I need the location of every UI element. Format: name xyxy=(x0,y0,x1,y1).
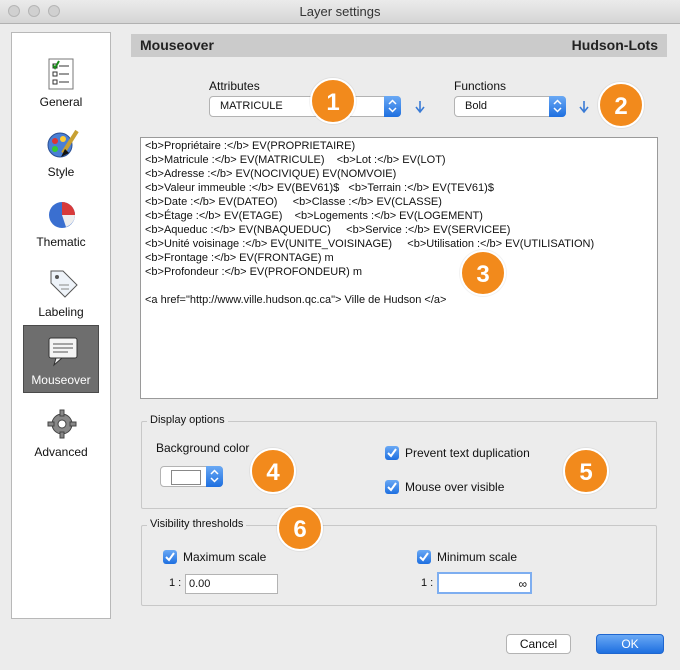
chevron-updown-icon xyxy=(384,96,401,117)
chevron-updown-icon xyxy=(206,466,223,487)
display-options-title: Display options xyxy=(147,414,228,426)
section-title: Mouseover xyxy=(140,37,214,53)
window-title: Layer settings xyxy=(299,4,381,19)
functions-select[interactable]: Bold xyxy=(454,96,566,117)
cancel-button[interactable]: Cancel xyxy=(506,634,571,654)
sidebar-item-label: General xyxy=(39,95,83,109)
editor-line: <b>Unité voisinage :</b> EV(UNITE_VOISIN… xyxy=(145,238,595,250)
checklist-icon xyxy=(45,57,79,91)
minimum-scale-prefix: 1 : xyxy=(421,577,434,589)
callout-6: 6 xyxy=(277,505,323,551)
attributes-label: Attributes xyxy=(209,79,260,93)
background-color-picker[interactable] xyxy=(160,466,223,487)
editor-line: <b>Frontage :</b> EV(FRONTAGE) m xyxy=(145,252,334,264)
sidebar-item-label: Labeling xyxy=(38,305,84,319)
chevron-updown-icon xyxy=(549,96,566,117)
speech-bubble-icon xyxy=(46,334,80,368)
sidebar-item-thematic[interactable]: Thematic xyxy=(23,191,99,257)
title-bar: Layer settings xyxy=(0,0,680,24)
attributes-value: MATRICULE xyxy=(220,100,283,112)
section-header: Mouseover Hudson-Lots xyxy=(131,34,667,57)
mouseover-html-editor[interactable]: <b>Propriétaire :</b> EV(PROPRIETAIRE) <… xyxy=(140,137,658,399)
sidebar-item-mouseover[interactable]: Mouseover xyxy=(23,325,99,393)
callout-1: 1 xyxy=(310,78,356,124)
prevent-duplication-checkbox[interactable] xyxy=(385,446,399,460)
insert-function-arrow-icon[interactable] xyxy=(578,100,590,114)
sidebar: General Style Thematic Labeling Mouseove… xyxy=(11,32,111,619)
sidebar-item-labeling[interactable]: Labeling xyxy=(23,261,99,327)
maximum-scale-label: Maximum scale xyxy=(183,550,267,564)
callout-3: 3 xyxy=(460,250,506,296)
functions-value: Bold xyxy=(465,100,488,112)
minimum-scale-value: ∞ xyxy=(518,577,527,591)
tag-icon xyxy=(45,267,79,301)
editor-line: <b>Matricule :</b> EV(MATRICULE) <b>Lot … xyxy=(145,154,446,166)
callout-5: 5 xyxy=(563,448,609,494)
minimum-scale-label: Minimum scale xyxy=(437,550,518,564)
callout-2: 2 xyxy=(598,82,644,128)
editor-line: <b>Adresse :</b> EV(NOCIVIQUE) EV(NOMVOI… xyxy=(145,168,397,180)
editor-line: <b>Date :</b> EV(DATEO) <b>Classe :</b> … xyxy=(145,196,442,208)
sidebar-item-general[interactable]: General xyxy=(23,51,99,117)
sidebar-item-label: Style xyxy=(47,165,75,179)
palette-icon xyxy=(45,127,79,161)
sidebar-item-advanced[interactable]: Advanced xyxy=(23,401,99,467)
editor-line: <b>Propriétaire :</b> EV(PROPRIETAIRE) xyxy=(145,140,356,152)
insert-attribute-arrow-icon[interactable] xyxy=(414,100,426,114)
minimum-scale-input[interactable]: ∞ xyxy=(437,572,532,594)
sidebar-item-label: Thematic xyxy=(36,235,86,249)
maximum-scale-input[interactable]: 0.00 xyxy=(185,574,278,594)
editor-line: <b>Valeur immeuble :</b> EV(BEV61)$ <b>T… xyxy=(145,182,494,194)
mouse-over-visible-checkbox[interactable] xyxy=(385,480,399,494)
pie-chart-icon xyxy=(45,197,79,231)
editor-line: <a href="http://www.ville.hudson.qc.ca">… xyxy=(145,294,447,306)
sidebar-item-label: Mouseover xyxy=(31,373,91,387)
visibility-thresholds-title: Visibility thresholds xyxy=(147,518,247,530)
color-swatch xyxy=(171,470,201,485)
attributes-select[interactable]: MATRICULE xyxy=(209,96,401,117)
gear-icon xyxy=(45,407,79,441)
functions-label: Functions xyxy=(454,79,507,93)
sidebar-item-label: Advanced xyxy=(34,445,88,459)
mouse-over-visible-label: Mouse over visible xyxy=(405,480,505,494)
background-color-label: Background color xyxy=(156,441,250,455)
editor-line: <b>Aqueduc :</b> EV(NBAQUEDUC) <b>Servic… xyxy=(145,224,511,236)
maximum-scale-value: 0.00 xyxy=(189,578,211,590)
layer-name: Hudson-Lots xyxy=(571,37,658,53)
ok-button[interactable]: OK xyxy=(596,634,664,654)
maximum-scale-checkbox[interactable] xyxy=(163,550,177,564)
maximum-scale-prefix: 1 : xyxy=(169,577,182,589)
prevent-duplication-label: Prevent text duplication xyxy=(405,446,530,460)
sidebar-item-style[interactable]: Style xyxy=(23,121,99,187)
callout-4: 4 xyxy=(250,448,296,494)
editor-line: <b>Étage :</b> EV(ETAGE) <b>Logements :<… xyxy=(145,210,483,222)
minimum-scale-checkbox[interactable] xyxy=(417,550,431,564)
editor-line: <b>Profondeur :</b> EV(PROFONDEUR) m xyxy=(145,266,363,278)
